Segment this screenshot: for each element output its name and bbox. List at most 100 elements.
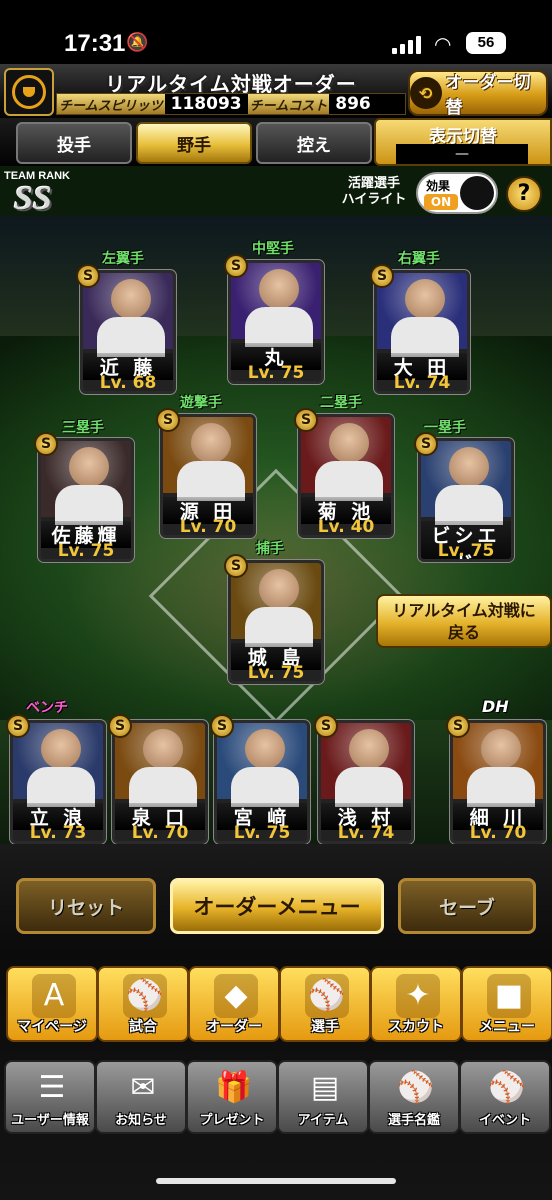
grade-s-icon: S <box>210 714 234 738</box>
wifi-icon: ◠ <box>434 34 452 56</box>
nav-order-button[interactable]: ◆ オーダー <box>188 966 280 1042</box>
scout-icon: ✦ <box>396 974 440 1018</box>
return-line2: 戻る <box>447 623 480 642</box>
nav-item-button[interactable]: ▤ アイテム <box>277 1060 369 1134</box>
reset-button[interactable]: リセット <box>16 878 156 934</box>
player-uniform <box>435 485 503 525</box>
player-card[interactable]: 近 藤 Lv. 68 <box>80 270 176 394</box>
grade-s-icon: S <box>370 264 394 288</box>
toggle-knob <box>460 176 494 210</box>
save-button[interactable]: セーブ <box>398 878 536 934</box>
nav-players-button[interactable]: ⚾ 選手 <box>279 966 371 1042</box>
position-label: 二塁手 <box>320 395 362 411</box>
grade-s-icon: S <box>76 264 100 288</box>
nav-label: メニュー <box>479 1019 535 1035</box>
player-card[interactable]: 泉 口 Lv. 70 <box>112 720 208 844</box>
nav-mypage-button[interactable]: A マイページ <box>6 966 98 1042</box>
nav-label: プレゼント <box>199 1113 265 1128</box>
order-menu-button[interactable]: オーダーメニュー <box>170 878 384 934</box>
grade-s-icon: S <box>224 254 248 278</box>
effect-toggle[interactable]: 効果 ON <box>416 172 498 214</box>
display-switch-value: — <box>396 144 528 164</box>
player-card[interactable]: 城 島 Lv. 75 <box>228 560 324 684</box>
player-uniform <box>27 767 95 807</box>
bench-label: ベンチ <box>26 700 68 716</box>
player-uniform <box>55 485 123 525</box>
signal-icon <box>392 36 422 54</box>
position-label: 捕手 <box>256 541 284 557</box>
nav-match-button[interactable]: ⚾ 試合 <box>97 966 189 1042</box>
nav-news-button[interactable]: ✉ お知らせ <box>95 1060 187 1134</box>
team-stats-bar: チームスピリッツ 118093 チームコスト 896 <box>56 93 406 115</box>
player-level: Lv. 73 <box>29 823 87 843</box>
menu-icon: ■ <box>487 974 531 1018</box>
player-card[interactable]: 細 川 Lv. 70 <box>450 720 546 844</box>
order-switch-label: オーダー切替 <box>445 73 531 118</box>
player-face <box>245 729 285 769</box>
position-label: 三塁手 <box>62 420 104 436</box>
grade-s-icon: S <box>6 714 30 738</box>
player-uniform <box>129 767 197 807</box>
order-icon: ◆ <box>214 974 258 1018</box>
player-uniform <box>245 307 313 347</box>
present-icon: 🎁 <box>215 1070 253 1105</box>
directory-icon: ⚾ <box>397 1070 435 1105</box>
player-level: Lv. 68 <box>99 373 157 393</box>
position-label: 中堅手 <box>252 241 294 257</box>
player-card[interactable]: 丸 Lv. 75 <box>228 260 324 384</box>
nav-label: マイページ <box>17 1019 87 1035</box>
player-card[interactable]: 宮 﨑 Lv. 75 <box>214 720 310 844</box>
grade-s-icon: S <box>294 408 318 432</box>
player-card[interactable]: 浅 村 Lv. 74 <box>318 720 414 844</box>
player-face <box>481 729 521 769</box>
team-logo-icon[interactable] <box>4 68 54 116</box>
player-face <box>69 447 109 487</box>
nav-label: スカウト <box>388 1019 444 1035</box>
player-uniform <box>245 607 313 647</box>
highlight-label: 活躍選手 ハイライト <box>334 176 414 208</box>
grade-s-icon: S <box>156 408 180 432</box>
tab-fielder[interactable]: 野手 <box>136 122 252 164</box>
player-card[interactable]: 佐藤輝 Lv. 75 <box>38 438 134 562</box>
item-icon: ▤ <box>310 1070 340 1105</box>
player-face <box>41 729 81 769</box>
help-button[interactable]: ? <box>506 176 542 212</box>
nav-scout-button[interactable]: ✦ スカウト <box>370 966 462 1042</box>
status-bar: 17:31 🔕 ◠ 56 <box>0 0 552 64</box>
player-level: Lv. 70 <box>469 823 527 843</box>
grade-s-icon: S <box>314 714 338 738</box>
spirits-value: 118093 <box>164 94 248 114</box>
highlight-label-line1: 活躍選手 <box>347 176 400 191</box>
dh-label: DH <box>482 697 509 716</box>
nav-label: 選手 <box>311 1019 339 1035</box>
nav-present-button[interactable]: 🎁 プレゼント <box>186 1060 278 1134</box>
home-indicator[interactable] <box>156 1178 396 1184</box>
player-card[interactable]: ビシエドLv. 75 <box>418 438 514 562</box>
player-level: Lv. 74 <box>393 373 451 393</box>
nav-user-info-button[interactable]: ☰ ユーザー情報 <box>4 1060 96 1134</box>
grade-s-icon: S <box>34 432 58 456</box>
tab-bench[interactable]: 控え <box>256 122 372 164</box>
return-line1: リアルタイム対戦に <box>392 601 536 620</box>
grade-s-icon: S <box>224 554 248 578</box>
player-uniform <box>391 317 459 357</box>
order-switch-button[interactable]: ⟲ オーダー切替 <box>408 70 548 118</box>
return-to-realtime-button[interactable]: リアルタイム対戦に 戻る <box>376 594 552 648</box>
player-card[interactable]: 大 田 Lv. 74 <box>374 270 470 394</box>
match-icon: ⚾ <box>123 974 167 1018</box>
player-card[interactable]: 源 田 Lv. 70 <box>160 414 256 538</box>
nav-event-button[interactable]: ⚾ イベント <box>459 1060 551 1134</box>
player-card[interactable]: 菊 池 Lv. 40 <box>298 414 394 538</box>
nav-player-directory-button[interactable]: ⚾ 選手名鑑 <box>368 1060 460 1134</box>
player-level: Lv. 75 <box>247 663 305 683</box>
nav-menu-button[interactable]: ■ メニュー <box>461 966 552 1042</box>
tab-pitcher[interactable]: 投手 <box>16 122 132 164</box>
cost-value: 896 <box>329 94 405 114</box>
display-switch-button[interactable]: 表示切替 — <box>374 118 552 166</box>
player-uniform <box>335 767 403 807</box>
grade-s-icon: S <box>414 432 438 456</box>
player-level: Lv. 75 <box>233 823 291 843</box>
battery-icon: 56 <box>466 32 506 54</box>
player-level: Lv. 74 <box>337 823 395 843</box>
player-card[interactable]: 立 浪 Lv. 73 <box>10 720 106 844</box>
